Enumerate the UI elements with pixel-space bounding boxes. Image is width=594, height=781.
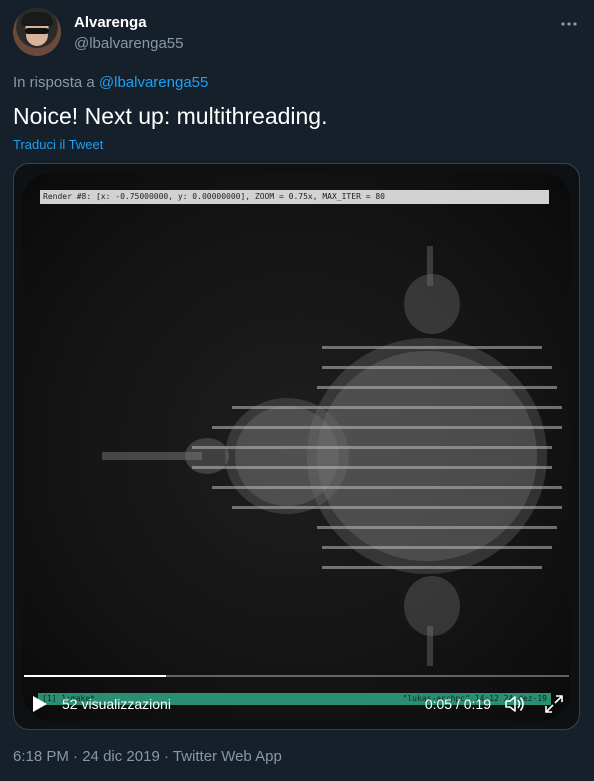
more-icon[interactable]: [559, 14, 579, 34]
separator: ·: [68, 748, 83, 765]
avatar-glasses: [25, 28, 49, 34]
translate-link[interactable]: Traduci il Tweet: [13, 137, 103, 152]
avatar[interactable]: [13, 8, 61, 56]
video-progress-fill: [24, 675, 166, 677]
reply-prefix: In risposta a: [13, 74, 95, 91]
tweet-source[interactable]: Twitter Web App: [173, 748, 282, 765]
play-icon[interactable]: [28, 693, 50, 715]
volume-icon[interactable]: [503, 693, 527, 715]
tweet-header: Alvarenga @lbalvarenga55: [13, 8, 581, 56]
video-time: 0:05 / 0:19: [424, 696, 491, 712]
reply-context: In risposta a @lbalvarenga55: [13, 74, 208, 91]
tweet-metadata: 6:18 PM · 24 dic 2019 · Twitter Web App: [13, 748, 282, 765]
separator: ·: [159, 748, 173, 765]
terminal-title-bar: Render #8: [x: -0.75000000, y: 0.0000000…: [39, 190, 550, 204]
tweet-date[interactable]: 24 dic 2019: [82, 748, 160, 765]
video-frame: Render #8: [x: -0.75000000, y: 0.0000000…: [22, 172, 571, 721]
video-controls: 52 visualizzazioni 0:05 / 0:19: [14, 681, 579, 729]
video-progress-bar[interactable]: [24, 675, 569, 677]
video-player[interactable]: Render #8: [x: -0.75000000, y: 0.0000000…: [13, 163, 580, 730]
author-handle[interactable]: @lbalvarenga55: [74, 35, 183, 52]
tweet-text: Noice! Next up: multithreading.: [13, 103, 328, 129]
reply-to-link[interactable]: @lbalvarenga55: [99, 74, 208, 91]
author-name[interactable]: Alvarenga: [74, 14, 147, 31]
tweet-time[interactable]: 6:18 PM: [13, 748, 69, 765]
mandelbrot-ascii-render: [102, 246, 562, 666]
view-count: 52 visualizzazioni: [62, 696, 171, 712]
avatar-hair: [21, 12, 53, 26]
expand-icon[interactable]: [543, 693, 565, 715]
